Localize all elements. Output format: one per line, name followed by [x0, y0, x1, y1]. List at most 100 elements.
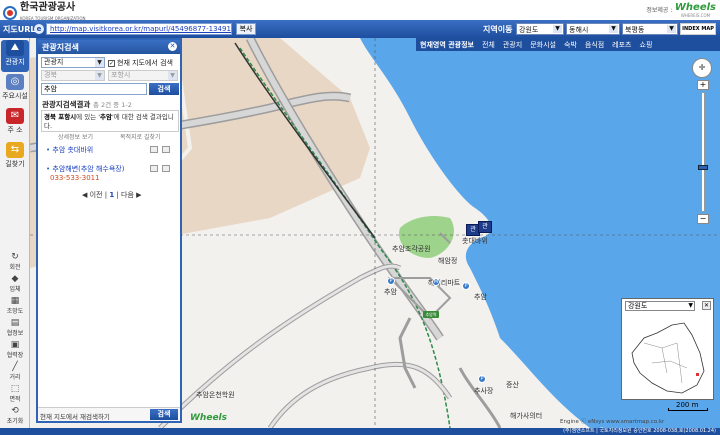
provider-sub: WHEREIS.COM — [680, 13, 711, 18]
tool-label: 조망도 — [6, 308, 24, 315]
chevron-down-icon: ▼ — [95, 58, 104, 67]
map-label-chuam-bus[interactable]: 추암 — [384, 287, 397, 297]
scale-label: 200 m — [676, 401, 699, 409]
tool-label: 초기화 — [6, 418, 24, 425]
tab-all[interactable]: 전체 — [478, 40, 499, 50]
close-icon[interactable]: ✕ — [168, 42, 177, 51]
map-label-chuam[interactable]: 추암 — [474, 292, 487, 302]
result-item[interactable]: • 추암해변(추암 해수욕장) — [46, 164, 124, 174]
bus-stop-icon[interactable]: P — [478, 375, 486, 383]
tab-culture[interactable]: 문화시설 — [526, 40, 560, 50]
bus-stop-icon[interactable]: P — [387, 277, 395, 285]
tool-info[interactable]: ▤ 협정보 — [1, 318, 29, 337]
nav-directions[interactable]: ⇆ 길찾기 — [1, 142, 29, 172]
chevron-down-icon: ▼ — [609, 25, 618, 33]
info-icon[interactable] — [162, 146, 170, 153]
org-name: 한국관광공사 — [20, 2, 76, 13]
mailbox-icon: ✉ — [6, 108, 24, 124]
zoom-in-button[interactable]: + — [697, 80, 709, 90]
provider-brand[interactable]: Wheels — [675, 2, 716, 13]
tab-leisure[interactable]: 레포츠 — [608, 40, 635, 50]
tool-area[interactable]: ⬚ 면적 — [1, 384, 29, 403]
research-text: 현재 지도에서 재검색하기 — [40, 413, 110, 421]
district-value: 북평동 — [625, 26, 645, 34]
map-label-jeungsan-bus[interactable]: 추사장 — [474, 386, 493, 396]
reset-icon: ⟲ — [11, 406, 19, 416]
province-outline — [631, 322, 705, 394]
tab-shopping[interactable]: 쇼핑 — [636, 40, 657, 50]
detail-info-link[interactable]: 상세정보 보기 — [58, 132, 93, 141]
nav-tourist-site[interactable]: ⛰ 관광지 — [1, 40, 29, 72]
city-select[interactable]: 동해시 ▼ — [566, 23, 620, 35]
overview-minimap[interactable]: 강원도 ▼ ✕ — [621, 298, 714, 400]
minimap-region-select[interactable]: 강원도 ▼ — [625, 301, 695, 311]
result-item[interactable]: • 추암 촛대바위 — [46, 145, 93, 155]
tab-restaurant[interactable]: 음식점 — [581, 40, 608, 50]
search-panel: 관광지검색 ✕ 관광지 ▼ ✓현재 지도에서 검색 경북 ▼ 포항시 ▼ 검색 … — [36, 38, 182, 423]
tab-current-area[interactable]: 현재영역 관광정보 — [416, 40, 478, 50]
bullet-icon: • — [46, 146, 51, 154]
photo-icon[interactable] — [150, 165, 158, 172]
tool-reset[interactable]: ⟲ 초기화 — [1, 406, 29, 425]
nav-facilities[interactable]: ◎ 주요시설 — [1, 74, 29, 104]
url-bar-title: 지도URL — [3, 25, 36, 34]
province-filter-select[interactable]: 경북 ▼ — [41, 70, 105, 81]
directions-link[interactable]: 목적지로 길찾기 — [120, 132, 161, 141]
map-url-field[interactable]: http://map.visitkorea.or.kr/mapurl/45496… — [46, 23, 232, 35]
category-tabs: 현재영역 관광정보 전체 관광지 문화시설 숙박 음식점 레포츠 쇼핑 — [416, 38, 720, 51]
map-label-hotel[interactable]: 추암온천학원 — [196, 390, 235, 400]
region-move-label: 지역이동 — [483, 25, 513, 34]
tourist-site-marker-icon[interactable]: 관 — [478, 221, 492, 233]
tool-label: 면적 — [9, 396, 21, 403]
scale-bar: 200 m — [650, 401, 708, 411]
zoom-slider[interactable] — [698, 92, 708, 212]
map-label-pavilion[interactable]: 해암정 — [438, 256, 457, 266]
info-icon[interactable] — [162, 165, 170, 172]
bullet-icon: • — [46, 165, 51, 173]
rotate-icon: ↻ — [11, 252, 19, 262]
city-value: 동해시 — [569, 26, 589, 34]
city-filter-select[interactable]: 포항시 ▼ — [108, 70, 178, 81]
bus-stop-icon[interactable]: P — [462, 282, 470, 290]
search-button[interactable]: 검색 — [149, 83, 179, 95]
search-input[interactable] — [41, 83, 147, 95]
tool-distance[interactable]: ╱ 거리 — [1, 362, 29, 381]
nav-address[interactable]: ✉ 주 소 — [1, 108, 29, 138]
tool-rotate[interactable]: ↻ 회전 — [1, 252, 29, 271]
tab-lodging[interactable]: 숙박 — [560, 40, 581, 50]
index-map-button[interactable]: INDEX MAP — [680, 23, 716, 35]
zoom-control: ✛ + − — [692, 58, 714, 238]
zoom-slider-thumb[interactable] — [698, 165, 708, 170]
mart-icon[interactable]: M — [432, 278, 440, 286]
signpost-icon: ⇆ — [6, 142, 24, 158]
nav-label: 주요시설 — [2, 92, 28, 100]
browser-icon: e — [34, 24, 44, 34]
tool-save[interactable]: ▣ 협력장 — [1, 340, 29, 359]
research-button[interactable]: 검색 — [150, 409, 178, 420]
chevron-down-icon: ▼ — [168, 71, 177, 80]
tool-overview[interactable]: ▦ 조망도 — [1, 296, 29, 315]
compass-icon[interactable]: ✛ — [692, 58, 712, 78]
photo-icon[interactable] — [150, 146, 158, 153]
pager-prev[interactable]: ◀ 이전 — [82, 191, 103, 199]
category-select[interactable]: 관광지 ▼ — [41, 57, 105, 68]
close-icon[interactable]: ✕ — [702, 301, 711, 310]
map-label-station[interactable]: 추암역 — [423, 311, 439, 318]
pager-current[interactable]: 1 — [109, 191, 114, 199]
copy-url-button[interactable]: 복사 — [236, 23, 256, 35]
zoom-out-button[interactable]: − — [697, 214, 709, 224]
tab-tourist-site[interactable]: 관광지 — [499, 40, 526, 50]
district-select[interactable]: 북평동 ▼ — [622, 23, 678, 35]
current-map-checkbox[interactable]: ✓ 현재 지도에서 검색 — [108, 58, 173, 68]
map-label-jeungsan[interactable]: 증산 — [506, 380, 519, 390]
map-label-park[interactable]: 추암조각공원 — [392, 244, 431, 254]
tool-label: 입체 — [9, 286, 21, 293]
checkbox-checked-icon: ✓ — [108, 59, 115, 67]
map-label-rock[interactable]: 촛대바위 — [462, 236, 488, 246]
tool-3d[interactable]: ◆ 입체 — [1, 274, 29, 293]
province-select[interactable]: 강원도 ▼ — [516, 23, 564, 35]
tool-label: 거리 — [9, 374, 21, 381]
map-label-haega[interactable]: 해가사의터 — [510, 411, 542, 421]
pager-next[interactable]: 다음 ▶ — [121, 191, 142, 199]
pagination: ◀ 이전 | 1 | 다음 ▶ — [82, 191, 142, 199]
